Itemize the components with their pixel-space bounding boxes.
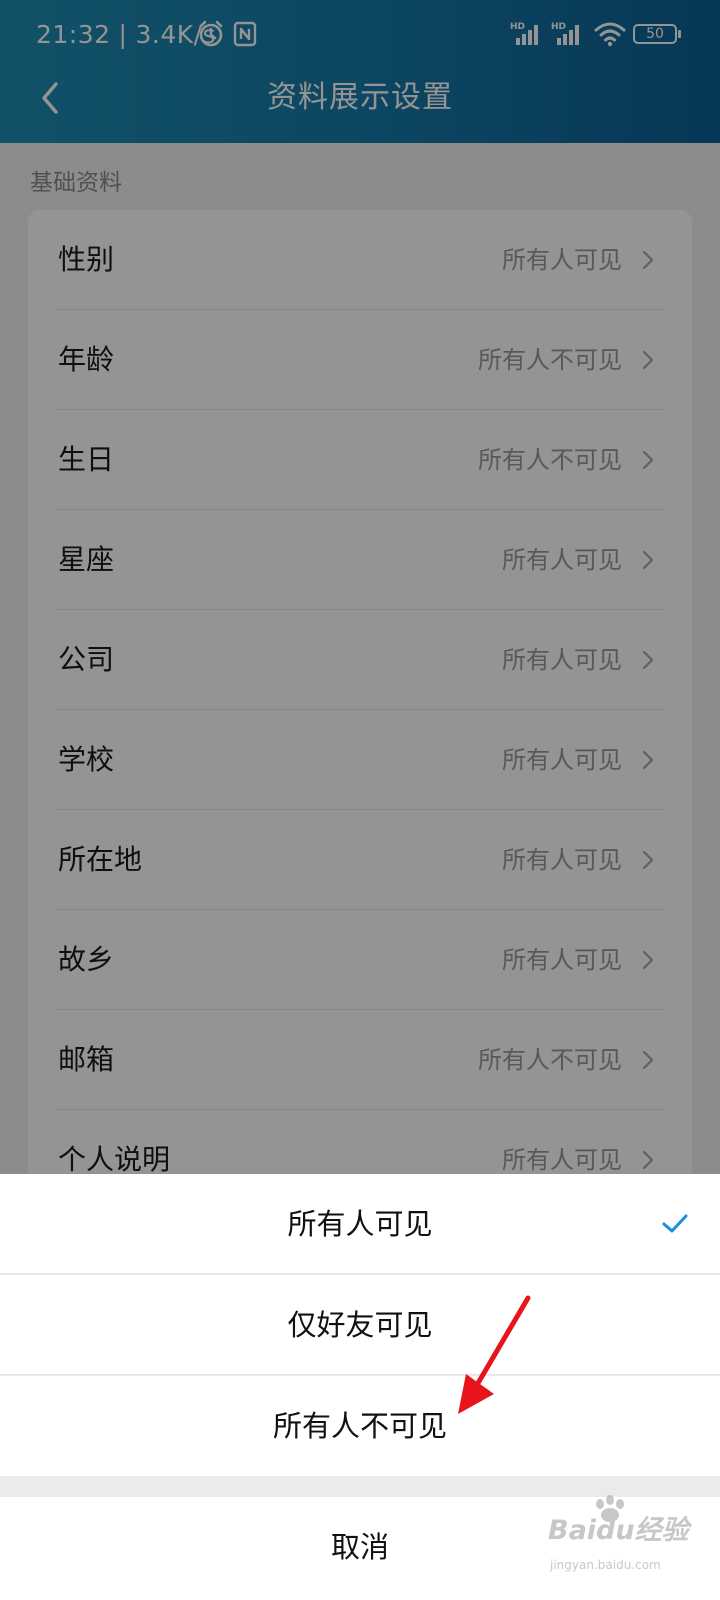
baidu-jingyan-watermark: Baidu经验 jingyan.baidu.com	[548, 1495, 689, 1580]
option-divider	[0, 1374, 720, 1375]
option-everyone-visible[interactable]: 所有人可见	[0, 1174, 720, 1274]
option-label: 所有人不可见	[272, 1409, 447, 1443]
watermark-text: Baidu经验	[548, 1515, 689, 1546]
option-friends-only[interactable]: 仅好友可见	[0, 1275, 720, 1375]
option-everyone-hidden[interactable]: 所有人不可见	[0, 1376, 720, 1476]
option-label: 仅好友可见	[287, 1308, 433, 1342]
option-label: 所有人可见	[287, 1207, 433, 1241]
annotation-arrow-icon	[458, 1295, 531, 1414]
option-divider	[0, 1273, 720, 1274]
check-icon	[662, 1214, 688, 1233]
watermark-url: jingyan.baidu.com	[550, 1558, 661, 1572]
